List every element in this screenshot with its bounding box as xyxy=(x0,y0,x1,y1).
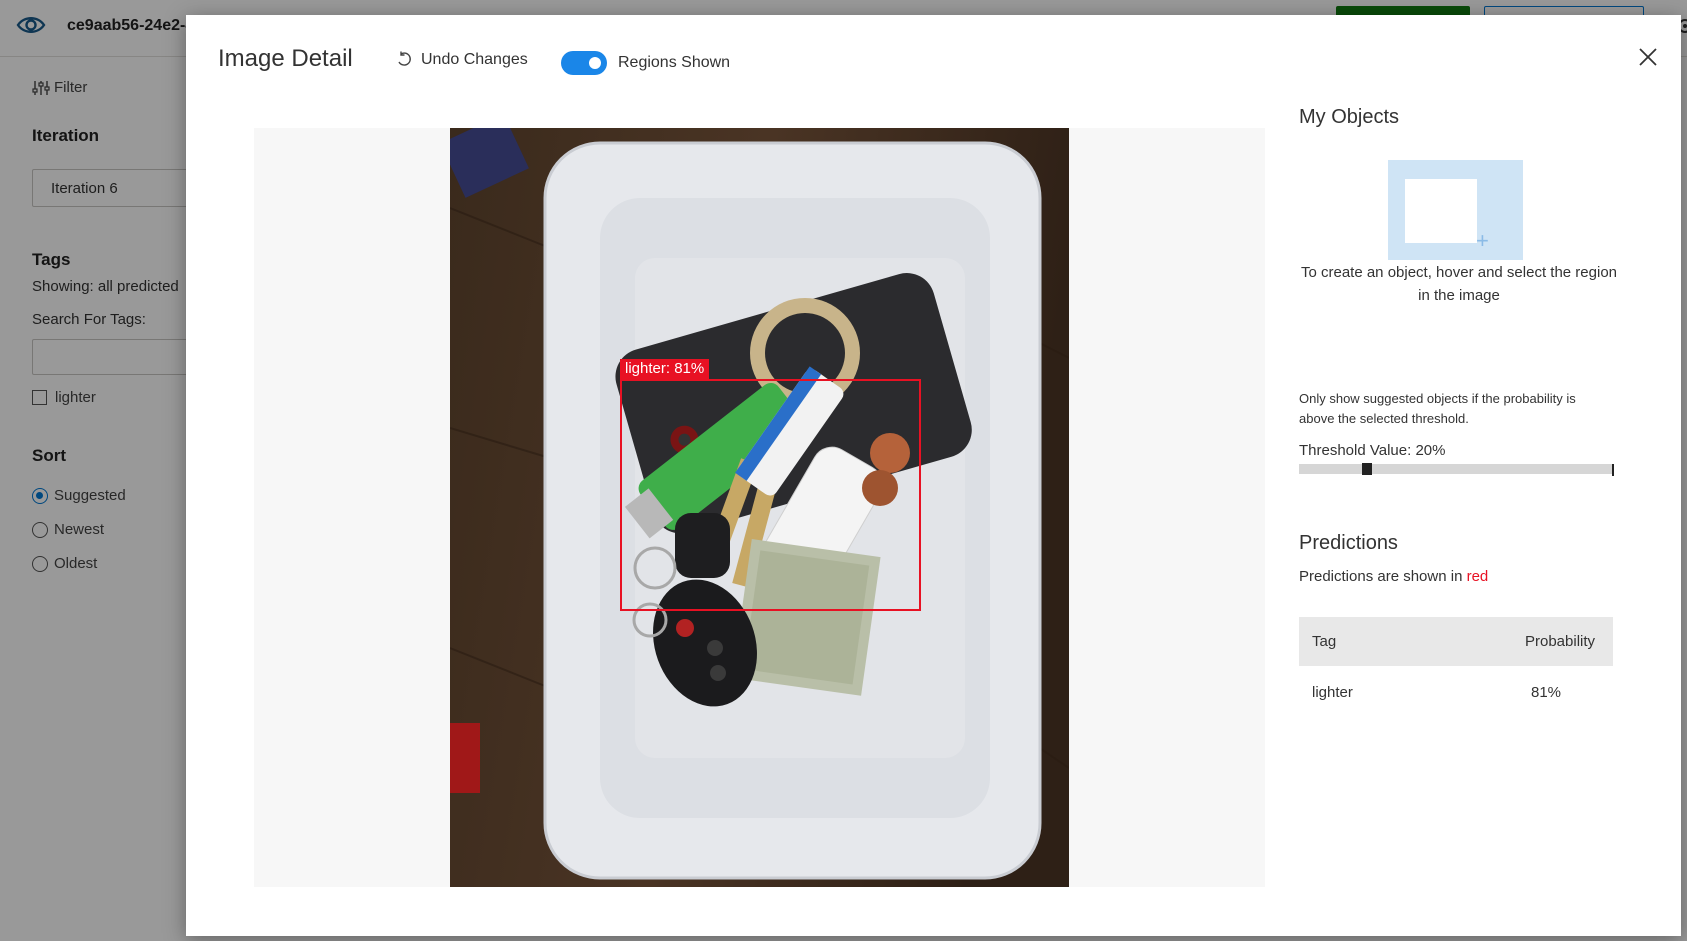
regions-shown-label: Regions Shown xyxy=(618,54,731,71)
table-row[interactable]: lighter 81% xyxy=(1299,666,1613,718)
image-canvas[interactable]: lighter: 81% xyxy=(254,113,1265,887)
plus-icon: + xyxy=(1476,228,1489,253)
undo-icon xyxy=(398,51,411,66)
regions-shown-toggle[interactable] xyxy=(561,51,607,75)
table-header-row: Tag Probability xyxy=(1299,617,1613,666)
threshold-value-label: Threshold Value: 20% xyxy=(1299,442,1446,459)
toggle-knob xyxy=(589,57,601,69)
my-objects-heading: My Objects xyxy=(1299,106,1400,128)
regions-toggle-group: Regions Shown xyxy=(561,51,730,75)
image-detail-dialog: Image Detail Undo Changes Regions Shown xyxy=(186,15,1681,936)
predictions-heading: Predictions xyxy=(1299,532,1398,554)
slider-end-mark xyxy=(1612,464,1614,476)
predictions-note-text: Predictions are shown in xyxy=(1299,568,1467,585)
dashed-region-icon xyxy=(1405,179,1477,243)
threshold-slider[interactable] xyxy=(1299,463,1614,476)
undo-changes-button[interactable]: Undo Changes xyxy=(396,51,528,69)
slider-thumb[interactable] xyxy=(1362,463,1372,475)
predictions-table: Tag Probability lighter 81% xyxy=(1299,617,1613,718)
prediction-region-box[interactable]: lighter: 81% xyxy=(620,359,921,611)
predictions-note: Predictions are shown in red xyxy=(1299,568,1488,585)
photo[interactable]: lighter: 81% xyxy=(440,113,1070,887)
row-tag: lighter xyxy=(1312,683,1353,701)
close-icon[interactable] xyxy=(1636,45,1660,69)
create-object-hint: To create an object, hover and select th… xyxy=(1300,264,1618,304)
create-object-illustration: + xyxy=(1388,160,1523,260)
threshold-note: Only show suggested objects if the proba… xyxy=(1299,391,1576,426)
row-probability: 81% xyxy=(1531,683,1562,701)
predictions-note-color-word: red xyxy=(1466,568,1489,585)
column-header-tag: Tag xyxy=(1312,633,1337,650)
prediction-region-label: lighter: 81% xyxy=(620,359,710,379)
column-header-probability: Probability xyxy=(1525,633,1596,650)
undo-changes-label: Undo Changes xyxy=(421,51,528,68)
dialog-title: Image Detail xyxy=(218,45,353,72)
